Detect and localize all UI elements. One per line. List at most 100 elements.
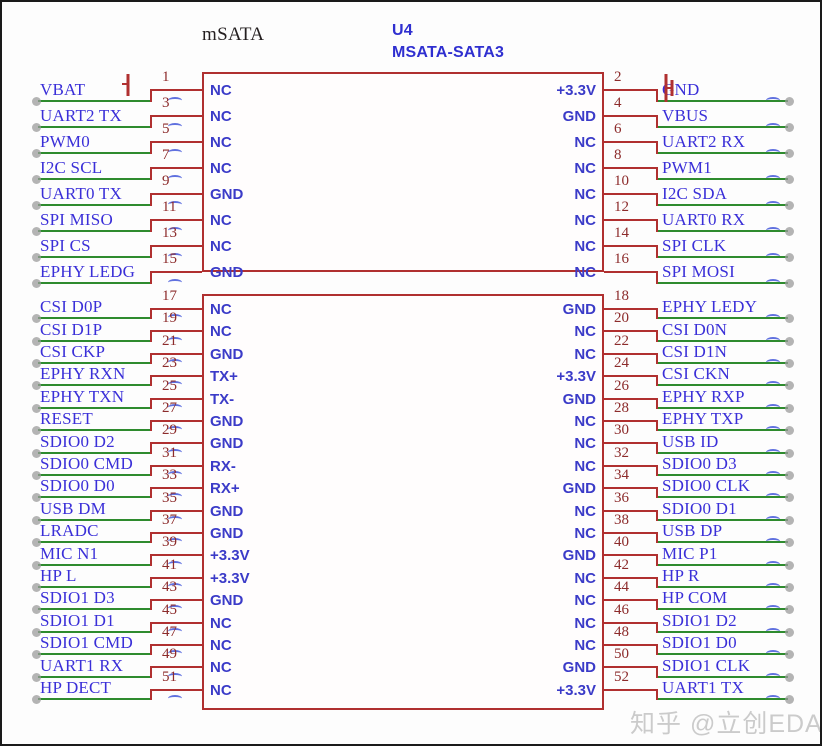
net-terminal-CSI_D0N[interactable] [785,336,794,346]
pin-lead-50[interactable] [604,666,656,669]
pin-lead-9[interactable] [150,193,202,195]
net-terminal-HP_COM[interactable] [785,605,794,615]
pin-lead-13[interactable] [150,245,202,247]
net-wire-LRADC[interactable] [38,541,150,544]
net-terminal-SPI_MOSI[interactable] [785,279,794,288]
net-terminal-UART0_RX[interactable] [785,227,794,236]
pin-lead-23[interactable] [150,375,202,378]
net-terminal-USB_DP[interactable] [785,538,794,548]
pin-lead-32[interactable] [604,464,656,467]
net-terminal-SDIO0_D3[interactable] [785,471,794,480]
pin-lead-24[interactable] [604,375,656,378]
pin-lead-38[interactable] [604,532,656,534]
net-terminal-EPHY_TXP[interactable] [785,426,794,436]
net-terminal-HP_R[interactable] [785,583,794,592]
pin-lead-43[interactable] [150,599,202,602]
pin-lead-6[interactable] [604,141,656,143]
net-label-UART1_TX: UART1 TX [662,678,744,697]
pin-lead-15[interactable] [150,271,202,273]
pin-lead-3[interactable] [150,115,202,117]
net-terminal-MIC_P1[interactable] [785,560,794,570]
pin-lead-11[interactable] [150,219,202,221]
net-terminal-SDIO1_CLK[interactable] [785,672,794,682]
pin-lead-22[interactable] [604,352,656,355]
pin-lead-4[interactable] [604,115,656,117]
net-corner-SDIO0_D2 [150,442,152,454]
pin-lead-12[interactable] [604,219,656,221]
pin-lead-51[interactable] [150,688,202,691]
net-label-RESET: RESET [40,409,93,429]
wire-hop-USB_DP [766,538,780,545]
pin-lead-7[interactable] [150,167,202,169]
net-wire-RESET[interactable] [38,429,150,432]
pin-lead-30[interactable] [604,442,656,445]
net-label-EPHY_LEDY: EPHY LEDY [662,297,758,317]
pin-lead-2[interactable] [604,89,656,91]
net-wire-SPI_MISO[interactable] [38,230,150,232]
net-wire-UART2_TX[interactable] [38,126,150,128]
pin-number-48: 48 [614,624,629,640]
pin-number-35: 35 [162,489,177,506]
net-wire-SPI_CS[interactable] [38,256,150,258]
net-terminal-CSI_CKN[interactable] [785,381,794,391]
pin-lead-42[interactable] [604,576,656,579]
pin-lead-33[interactable] [150,487,202,490]
net-wire-UART0_TX[interactable] [38,204,150,206]
net-label-CSI_CKN: CSI CKN [662,364,730,384]
pin-number-19: 19 [162,310,177,327]
pin-lead-48[interactable] [604,644,656,646]
pin-name-8: NC [574,160,596,177]
pin-number-28: 28 [614,400,629,416]
pin-lead-8[interactable] [604,167,656,169]
pin-number-49: 49 [162,646,177,663]
pin-lead-40[interactable] [604,554,656,557]
pin-lead-36[interactable] [604,509,656,512]
wire-hop-SDIO1_D2 [766,627,780,635]
pin-name-3: NC [210,108,232,125]
pin-lead-52[interactable] [604,688,656,691]
net-terminal-SDIO0_D1[interactable] [785,515,794,525]
pin-name-32: NC [574,457,596,475]
net-wire-PWM0[interactable] [38,152,150,154]
net-terminal-UART1_TX[interactable] [785,695,794,704]
net-terminal-EPHY_LEDY[interactable] [785,314,794,324]
net-terminal-SDIO0_CLK[interactable] [785,493,794,503]
pin-lead-1[interactable] [150,89,202,91]
pin-number-37: 37 [162,512,177,528]
net-wire-CSI_D0P[interactable] [38,317,150,320]
pin-lead-14[interactable] [604,245,656,247]
net-terminal-PWM1[interactable] [785,175,794,184]
net-terminal-VBUS[interactable] [785,123,794,132]
pin-lead-28[interactable] [604,420,656,422]
pin-lead-26[interactable] [604,397,656,400]
net-terminal-SPI_CLK[interactable] [785,253,794,262]
net-terminal-EPHY_RXP[interactable] [785,403,794,413]
net-terminal-CSI_D1N[interactable] [785,359,794,368]
net-label-HP_DECT: HP DECT [40,678,112,697]
net-terminal-SDIO1_D2[interactable] [785,627,794,637]
net-terminal-SDIO1_D0[interactable] [785,650,794,660]
pin-lead-16[interactable] [604,271,656,273]
pin-lead-34[interactable] [604,487,656,490]
net-terminal-I2C_SDA[interactable] [785,201,794,210]
net-terminal-GND[interactable] [785,97,794,106]
pin-lead-18[interactable] [604,308,656,310]
pin-lead-10[interactable] [604,193,656,195]
net-terminal-USB_ID[interactable] [785,448,794,458]
net-terminal-UART2_RX[interactable] [785,149,794,158]
pin-number-34: 34 [614,467,629,484]
pin-lead-44[interactable] [604,599,656,602]
net-label-CSI_D0P: CSI D0P [40,297,103,317]
pin-lead-5[interactable] [150,141,202,143]
net-wire-SDIO1_CMD[interactable] [38,653,150,656]
pin-lead-20[interactable] [604,330,656,333]
net-label-SDIO0_D0: SDIO0 D0 [40,476,115,496]
net-wire-EPHY_LEDG[interactable] [38,282,150,284]
net-wire-HP_DECT[interactable] [38,698,150,700]
wire-hop-PWM1 [766,175,780,182]
net-wire-I2C_SCL[interactable] [38,178,150,180]
pin-lead-46[interactable] [604,621,656,624]
pin-name-46: NC [574,614,596,632]
pin-number-39: 39 [162,534,177,551]
net-label-SDIO1_D1: SDIO1 D1 [40,610,115,630]
